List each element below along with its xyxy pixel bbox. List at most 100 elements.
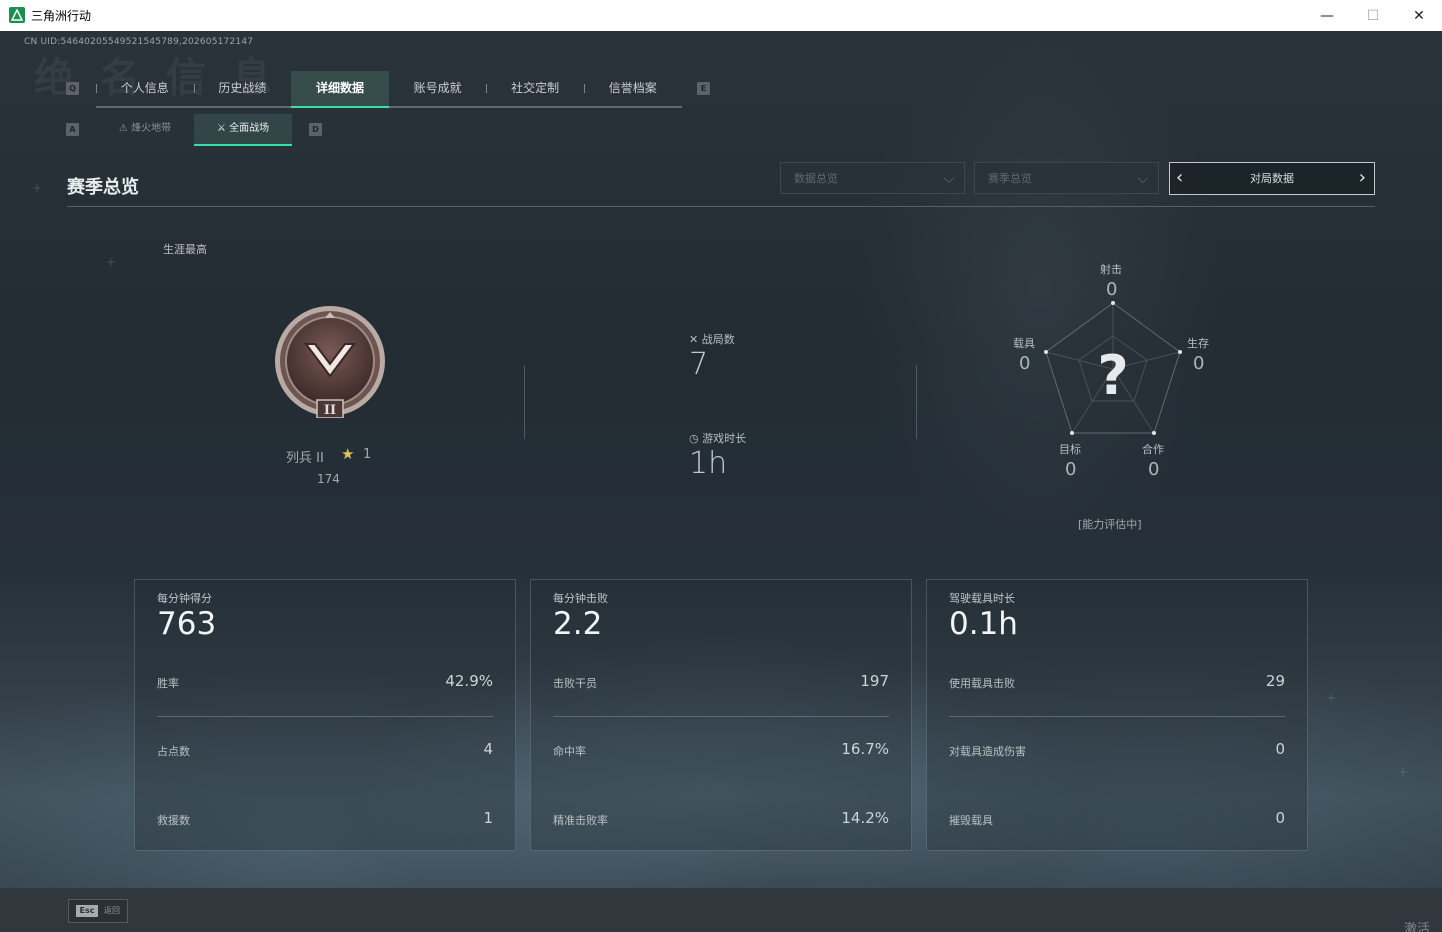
dropdown-value: 赛季总览 xyxy=(988,172,1032,185)
card-head-label: 每分钟得分 xyxy=(157,592,212,605)
card-row: 救援数 1 xyxy=(157,809,493,829)
tab-credit[interactable]: 信誉档案 xyxy=(583,71,682,106)
matches-label: ✕ 战局数 xyxy=(689,331,735,347)
vertical-divider xyxy=(916,365,917,439)
ability-radar-chart: ? xyxy=(1040,299,1186,443)
playtime-label-text: 游戏时长 xyxy=(702,432,747,445)
row-label: 救援数 xyxy=(157,814,190,827)
card-divider xyxy=(949,716,1285,717)
main-tabs: 个人信息 历史战绩 详细数据 账号成就 社交定制 信誉档案 xyxy=(96,71,682,108)
crosshair-deco-icon: + xyxy=(1398,765,1409,779)
stat-card-vehicle: 驾驶载具时长 0.1h 使用载具击败 29 对载具造成伤害 0 摧毁载具 0 xyxy=(926,579,1308,851)
app-logo-icon xyxy=(9,7,25,23)
radar-survival-value: 0 xyxy=(1193,353,1205,374)
card-row: 使用载具击败 29 xyxy=(949,672,1285,692)
row-label: 命中率 xyxy=(553,745,586,758)
esc-key-hint: Esc xyxy=(76,905,98,917)
window-titlebar: 三角洲行动 — ☐ ✕ xyxy=(0,0,1442,32)
tab-achievements[interactable]: 账号成就 xyxy=(389,71,487,106)
minimize-button[interactable]: — xyxy=(1304,0,1350,31)
tab-label: 详细数据 xyxy=(315,81,364,95)
tab-separator xyxy=(486,84,488,93)
mode-subtabs: ⚠ 烽火地带 ⚔ 全面战场 xyxy=(96,114,292,146)
radar-objective-label: 目标 xyxy=(1059,443,1081,456)
tab-social[interactable]: 社交定制 xyxy=(486,71,584,106)
tab-personal-info[interactable]: 个人信息 xyxy=(96,71,194,106)
row-value: 197 xyxy=(860,672,889,690)
stat-card-kills: 每分钟击败 2.2 击败干员 197 命中率 16.7% 精准击败率 14.2% xyxy=(530,579,912,851)
chevron-right-icon[interactable]: › xyxy=(1359,163,1366,193)
subtab-label: 烽火地带 xyxy=(131,123,172,134)
row-label: 使用载具击败 xyxy=(949,677,1015,690)
card-row: 摧毁载具 0 xyxy=(949,809,1285,829)
tab-label: 社交定制 xyxy=(511,81,560,95)
flame-zone-icon: ⚠ xyxy=(118,123,132,134)
rank-name: 列兵 II xyxy=(286,451,324,466)
maximize-button[interactable]: ☐ xyxy=(1350,0,1396,31)
row-label: 胜率 xyxy=(157,677,179,690)
row-value: 16.7% xyxy=(841,740,889,758)
crosshair-deco-icon: + xyxy=(106,255,117,269)
playtime-label: ◷ 游戏时长 xyxy=(689,430,746,446)
key-hint-d: D xyxy=(309,123,322,136)
rank-badge-icon: II xyxy=(273,304,387,419)
pager-label: 对局数据 xyxy=(1250,172,1294,185)
chevron-down-icon: ⌵ xyxy=(943,171,954,187)
card-head-label: 驾驶载具时长 xyxy=(949,592,1015,605)
tab-label: 账号成就 xyxy=(413,81,462,95)
card-head-value: 2.2 xyxy=(553,606,603,642)
match-data-pager: ‹ 对局数据 › xyxy=(1169,162,1375,195)
key-hint-q: Q xyxy=(66,82,79,95)
tab-detailed-data[interactable]: 详细数据 xyxy=(291,71,389,108)
tab-separator xyxy=(193,84,195,93)
row-label: 击败干员 xyxy=(553,677,597,690)
crosshair-deco-icon: + xyxy=(1326,691,1337,705)
crossed-swords-icon: ✕ xyxy=(689,333,702,346)
chevron-left-icon[interactable]: ‹ xyxy=(1176,163,1183,193)
card-divider xyxy=(553,716,889,717)
radar-teamwork-label: 合作 xyxy=(1142,443,1164,456)
radar-objective-value: 0 xyxy=(1065,459,1077,480)
row-value: 14.2% xyxy=(841,809,889,827)
stat-card-score: 每分钟得分 763 胜率 42.9% 占点数 4 救援数 1 xyxy=(134,579,516,851)
dropdown-value: 数据总览 xyxy=(794,172,838,185)
tab-separator xyxy=(96,84,97,93)
row-value: 4 xyxy=(483,740,493,758)
star-icon: ★ xyxy=(341,445,355,463)
row-label: 摧毁载具 xyxy=(949,814,993,827)
card-row: 命中率 16.7% xyxy=(553,740,889,760)
season-overview-dropdown[interactable]: 赛季总览 ⌵ xyxy=(974,162,1159,194)
window-title: 三角洲行动 xyxy=(31,9,92,23)
row-value: 0 xyxy=(1275,809,1285,827)
tab-label: 个人信息 xyxy=(120,81,169,95)
subtab-full-battlefield[interactable]: ⚔ 全面战场 xyxy=(194,114,292,146)
subtab-flame-zone[interactable]: ⚠ 烽火地带 xyxy=(96,114,194,144)
crosshair-deco-icon: + xyxy=(32,181,43,195)
close-button[interactable]: ✕ xyxy=(1396,0,1442,31)
tab-separator xyxy=(583,84,585,93)
card-row: 精准击败率 14.2% xyxy=(553,809,889,829)
data-overview-dropdown[interactable]: 数据总览 ⌵ xyxy=(780,162,965,194)
section-divider xyxy=(67,206,1375,207)
matches-label-text: 战局数 xyxy=(701,333,735,346)
row-label: 占点数 xyxy=(157,745,190,758)
row-value: 42.9% xyxy=(445,672,493,690)
stopwatch-icon: ◷ xyxy=(689,432,703,445)
tab-label: 信誉档案 xyxy=(608,81,657,95)
rank-star-count: 1 xyxy=(363,447,372,462)
card-row: 胜率 42.9% xyxy=(157,672,493,692)
chevron-down-icon: ⌵ xyxy=(1137,171,1148,187)
back-button[interactable]: Esc 返回 xyxy=(68,899,128,923)
bottom-bar: Esc 返回 xyxy=(0,888,1442,932)
radar-teamwork-value: 0 xyxy=(1148,459,1160,480)
section-title: 赛季总览 xyxy=(67,177,139,198)
card-head-label: 每分钟击败 xyxy=(553,592,608,605)
subtab-label: 全面战场 xyxy=(229,123,270,134)
card-row: 击败干员 197 xyxy=(553,672,889,692)
key-hint-e: E xyxy=(697,82,710,95)
game-screen: 绝 名 信 息 CN UID:5464020554952154578​9,202… xyxy=(0,31,1442,932)
tab-history[interactable]: 历史战绩 xyxy=(193,71,292,106)
radar-shooting-label: 射击 xyxy=(1100,263,1122,276)
row-value: 29 xyxy=(1265,672,1285,690)
card-row: 对载具造成伤害 0 xyxy=(949,740,1285,760)
